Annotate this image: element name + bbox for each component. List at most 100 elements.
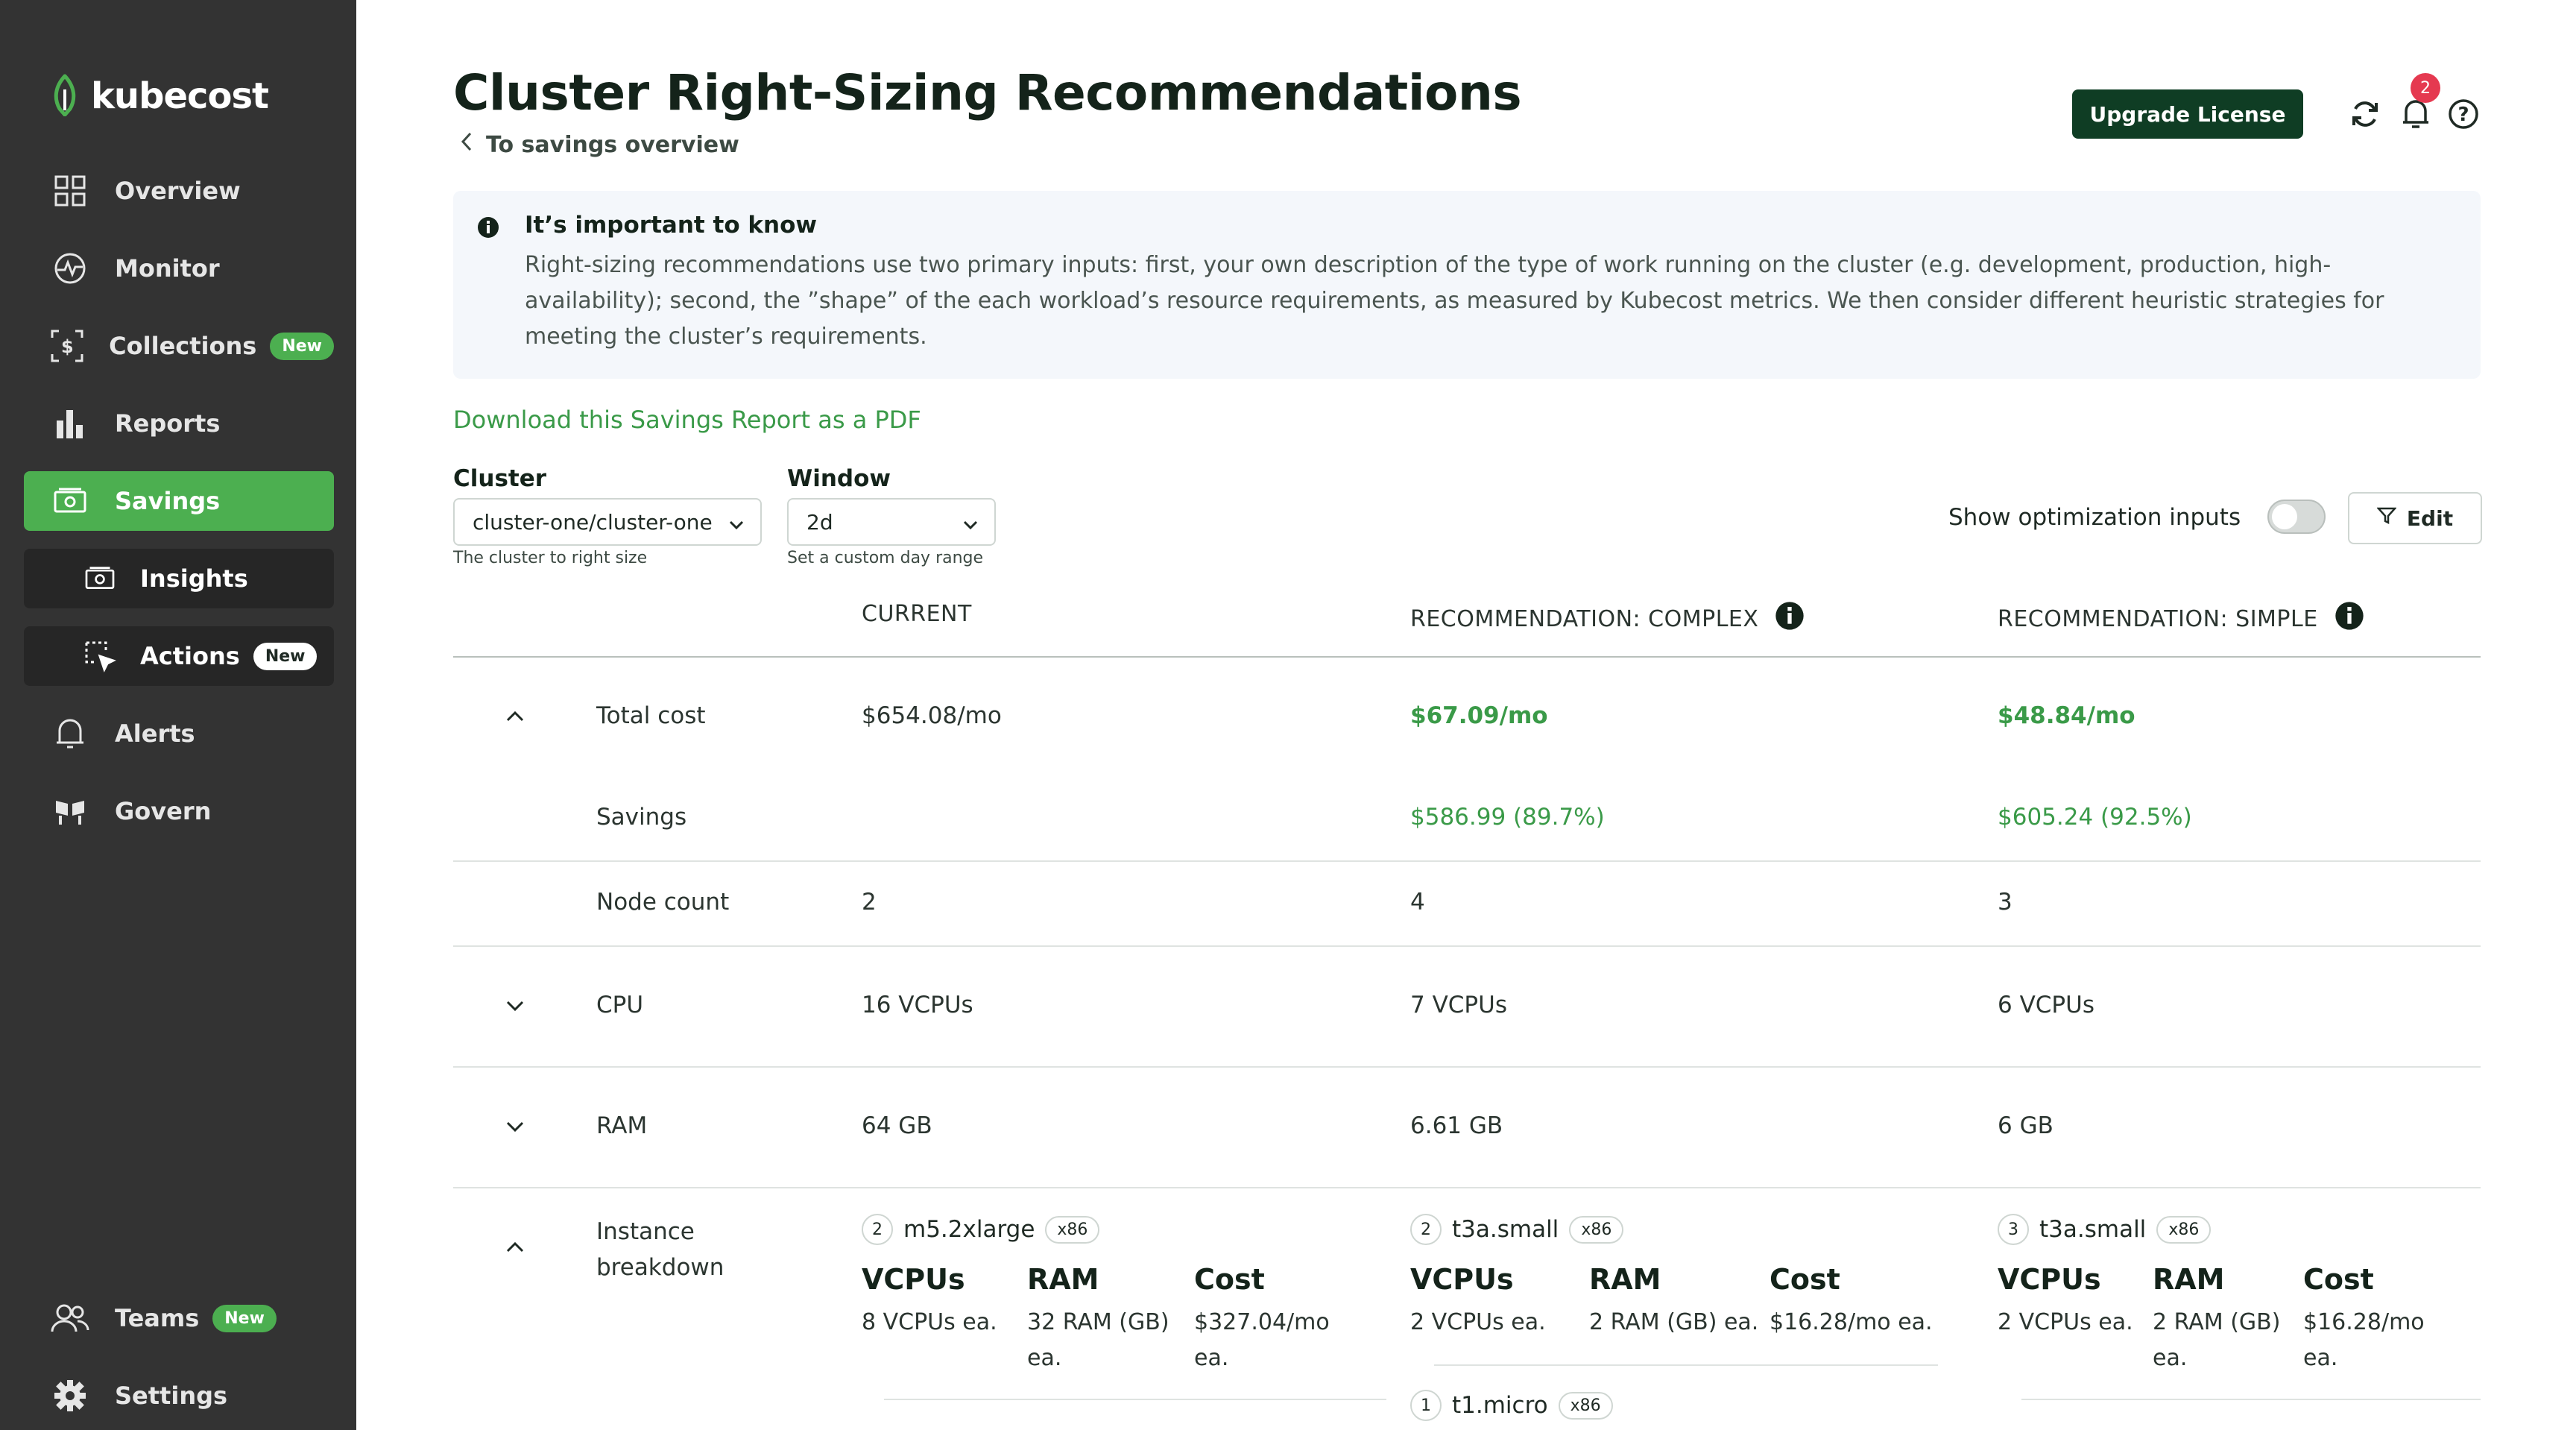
info-title: It’s important to know — [525, 212, 818, 239]
info-icon — [477, 216, 499, 242]
total-cost-current: $654.08/mo — [862, 702, 1002, 729]
spec-header-ram: RAM — [1027, 1263, 1099, 1296]
bar-chart-icon — [49, 403, 91, 444]
instance-complex-1: 1 t1.micro x86 — [1410, 1390, 1613, 1421]
new-badge: New — [253, 642, 318, 670]
window-select-value: 2d — [806, 509, 833, 535]
instance-vcpus: 2 VCPUs ea. — [1998, 1309, 2133, 1335]
instance-cost: $16.28/mo ea. — [1770, 1309, 1933, 1335]
instance-cost: $16.28/mo ea. — [2303, 1309, 2425, 1371]
row-label-instance-breakdown: Instance breakdown — [596, 1218, 724, 1281]
divider — [453, 1066, 2481, 1068]
instance-simple-0: 3 t3a.small x86 — [1998, 1214, 2212, 1245]
page-title: Cluster Right-Sizing Recommendations — [453, 64, 1522, 122]
divider — [453, 1187, 2481, 1188]
optimization-inputs-toggle[interactable] — [2267, 500, 2326, 534]
back-to-savings-link[interactable]: To savings overview — [461, 131, 739, 158]
toggle-knob — [2272, 504, 2297, 529]
spec-header-vcpus: VCPUs — [862, 1263, 965, 1296]
row-label-node-count: Node count — [596, 889, 730, 916]
help-icon[interactable]: ? — [2443, 94, 2484, 134]
window-select[interactable]: 2d — [787, 498, 996, 546]
column-header-simple: RECOMMENDATION: SIMPLE — [1998, 601, 2364, 637]
instance-type: t3a.small — [1452, 1216, 1559, 1243]
edit-button-label: Edit — [2406, 505, 2454, 531]
total-cost-complex: $67.09/mo — [1410, 702, 1548, 729]
divider — [453, 860, 2481, 862]
cluster-label: Cluster — [453, 465, 547, 492]
main-content: Cluster Right-Sizing Recommendations To … — [356, 0, 2576, 1430]
upgrade-license-button[interactable]: Upgrade License — [2072, 89, 2303, 139]
sidebar-item-savings[interactable]: Savings — [24, 471, 334, 531]
instance-qty: 2 — [1410, 1214, 1442, 1245]
instance-ram: 2 RAM (GB) ea. — [1589, 1309, 1759, 1335]
cluster-select[interactable]: cluster-one/cluster-one — [453, 498, 762, 546]
spec-header-vcpus: VCPUs — [1998, 1263, 2101, 1296]
instance-type: m5.2xlarge — [903, 1216, 1035, 1243]
sidebar-item-label: Settings — [115, 1382, 228, 1410]
sidebar-item-teams[interactable]: Teams New — [24, 1288, 334, 1348]
sidebar-item-alerts[interactable]: Alerts — [24, 704, 334, 763]
sidebar-item-insights[interactable]: Insights — [24, 549, 334, 608]
kubecost-logo[interactable]: kubecost — [49, 73, 269, 119]
sidebar-item-settings[interactable]: Settings — [24, 1366, 334, 1426]
chevron-down-icon[interactable] — [502, 1114, 528, 1139]
sidebar-item-reports[interactable]: Reports — [24, 394, 334, 453]
logo-text: kubecost — [91, 75, 269, 117]
divider — [453, 945, 2481, 947]
divider — [453, 656, 2481, 658]
sidebar-item-label: Collections — [109, 332, 257, 360]
spec-header-cost: Cost — [1194, 1263, 1265, 1296]
arch-badge: x86 — [1569, 1215, 1624, 1244]
money-icon — [49, 480, 91, 522]
instance-complex-0: 2 t3a.small x86 — [1410, 1214, 1624, 1245]
row-label-cpu: CPU — [596, 992, 644, 1018]
node-count-simple: 3 — [1998, 889, 2012, 916]
govern-icon — [49, 790, 91, 832]
sidebar-item-monitor[interactable]: Monitor — [24, 239, 334, 298]
chevron-left-icon — [461, 131, 473, 158]
info-icon[interactable] — [1775, 601, 1805, 637]
arch-badge: x86 — [1558, 1391, 1613, 1420]
collections-dollar-icon: $ — [49, 325, 85, 367]
sidebar-item-collections[interactable]: $ Collections New — [24, 316, 334, 376]
arch-badge: x86 — [1045, 1215, 1100, 1244]
chevron-up-icon[interactable] — [502, 704, 528, 729]
instance-type: t3a.small — [2039, 1216, 2147, 1243]
new-badge: New — [270, 332, 334, 360]
row-label-savings: Savings — [596, 804, 687, 831]
info-icon[interactable] — [2334, 601, 2364, 637]
chevron-down-icon — [963, 510, 978, 535]
chevron-down-icon[interactable] — [502, 993, 528, 1018]
divider — [1434, 1364, 1938, 1366]
total-cost-simple: $48.84/mo — [1998, 702, 2135, 729]
download-pdf-link[interactable]: Download this Savings Report as a PDF — [453, 406, 921, 434]
savings-complex: $586.99 (89.7%) — [1410, 804, 1605, 831]
arch-badge: x86 — [2156, 1215, 2212, 1244]
sidebar-item-label: Insights — [140, 564, 248, 593]
gear-icon — [49, 1375, 91, 1417]
sidebar-item-govern[interactable]: Govern — [24, 781, 334, 841]
instance-ram: 32 RAM (GB) ea. — [1027, 1309, 1169, 1371]
sidebar-item-overview[interactable]: Overview — [24, 161, 334, 221]
cluster-select-value: cluster-one/cluster-one — [473, 509, 713, 535]
sidebar-item-label: Monitor — [115, 254, 220, 283]
users-icon — [49, 1297, 91, 1339]
sidebar-item-label: Teams — [115, 1304, 200, 1332]
divider — [2021, 1399, 2481, 1400]
info-callout: It’s important to know Right-sizing reco… — [453, 191, 2481, 379]
cpu-current: 16 VCPUs — [862, 992, 973, 1018]
chevron-up-icon[interactable] — [502, 1235, 528, 1260]
spec-header-ram: RAM — [2153, 1263, 2225, 1296]
sidebar: kubecost Overview Monitor $ Collections … — [0, 0, 356, 1430]
column-header-current: CURRENT — [862, 601, 972, 627]
sidebar-item-actions[interactable]: Actions New — [24, 626, 334, 686]
ram-complex: 6.61 GB — [1410, 1112, 1503, 1139]
spec-header-ram: RAM — [1589, 1263, 1661, 1296]
refresh-icon[interactable] — [2345, 94, 2385, 134]
node-count-current: 2 — [862, 889, 877, 916]
new-badge: New — [212, 1304, 277, 1332]
edit-button[interactable]: Edit — [2348, 492, 2482, 544]
optimization-inputs-label: Show optimization inputs — [1948, 504, 2241, 531]
grid-icon — [49, 170, 91, 212]
